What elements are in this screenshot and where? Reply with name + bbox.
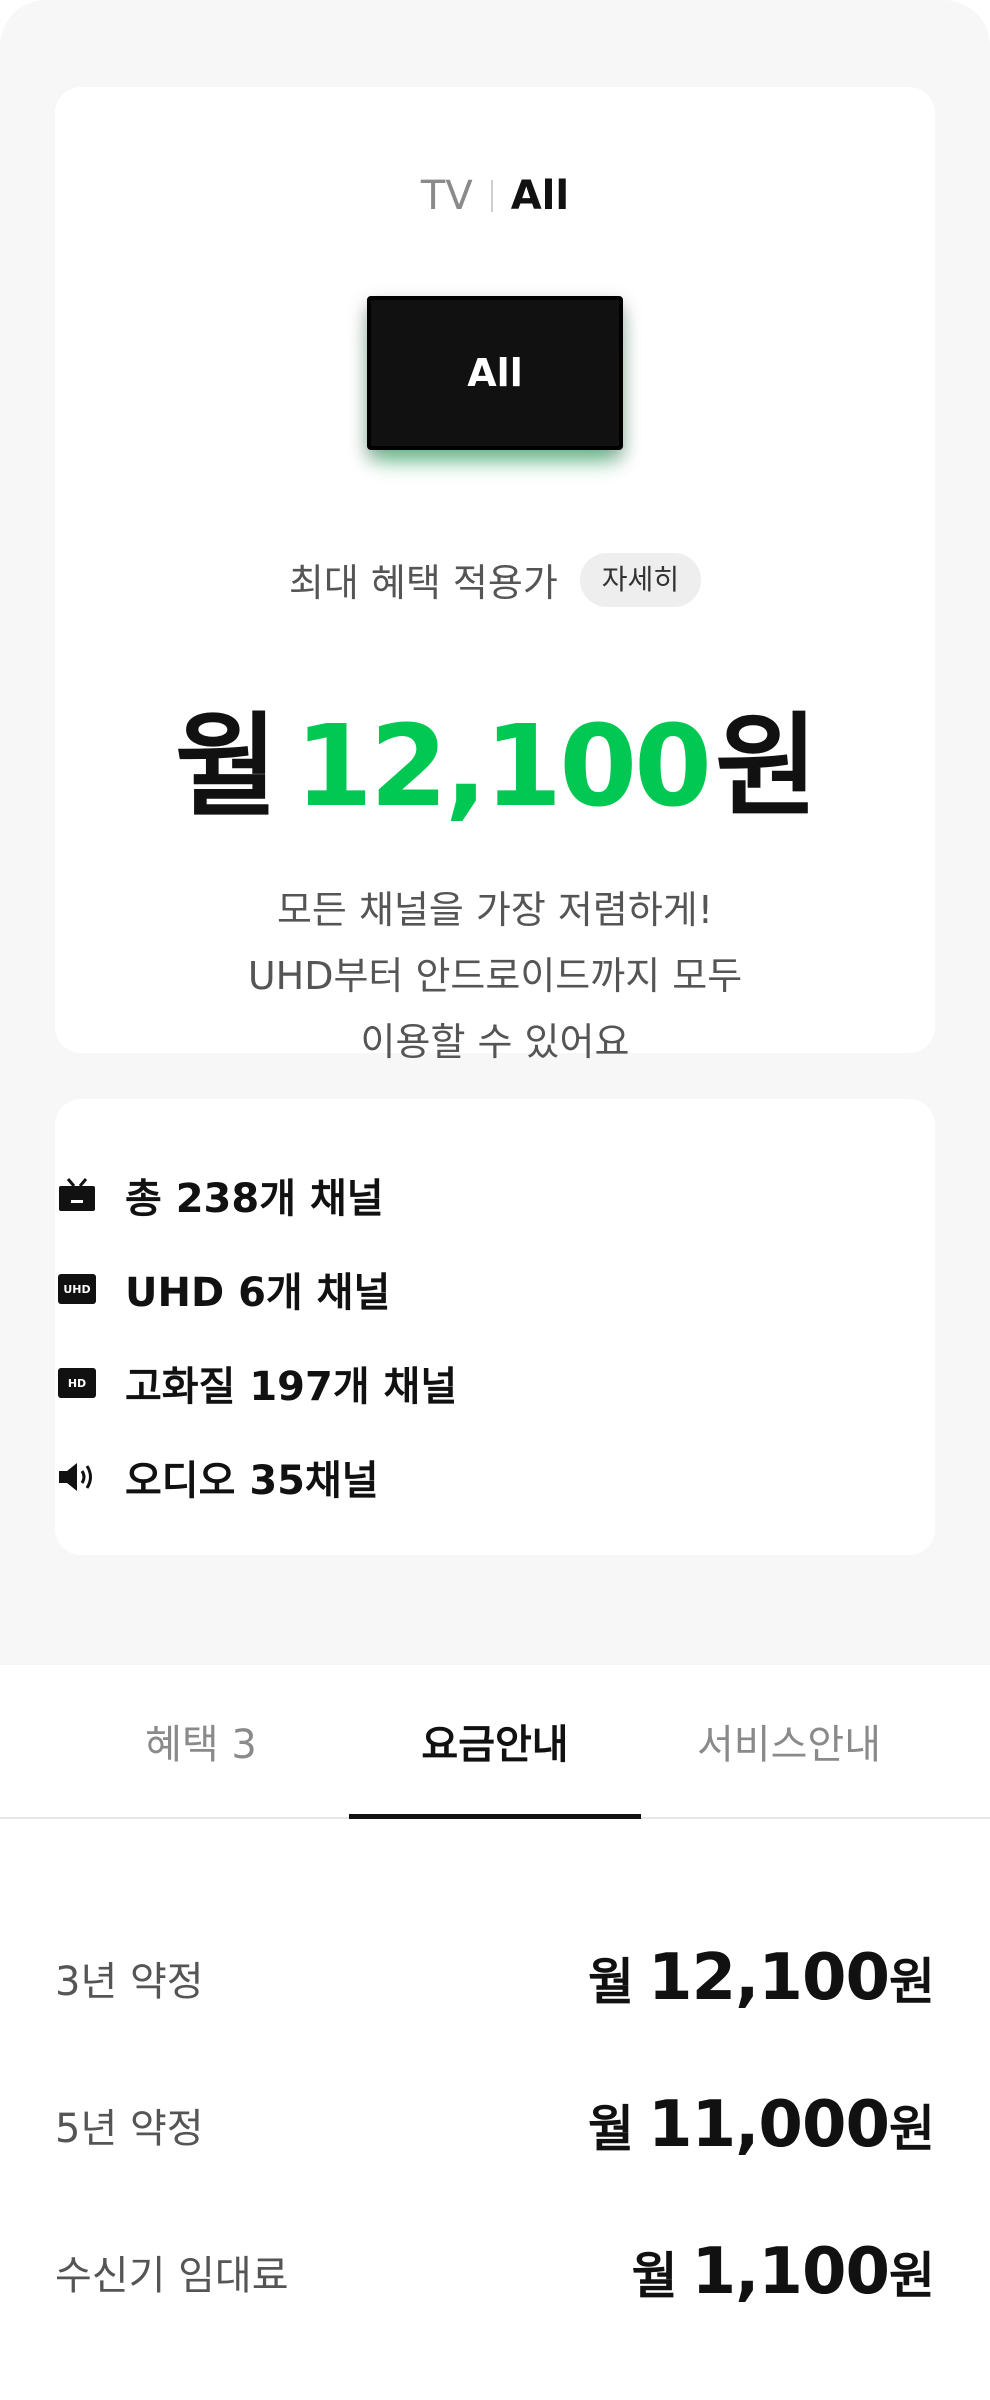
fee-price-value: 11,000 xyxy=(648,2088,890,2162)
tab-label: 혜택 3 xyxy=(145,1722,257,1768)
fee-label: 3년 약정 xyxy=(55,1959,204,2005)
feature-audio-channels: 오디오 35채널 xyxy=(57,1430,817,1524)
benefit-row: 최대 혜택 적용가 자세히 xyxy=(55,552,935,607)
fee-price-prefix: 월 xyxy=(588,2100,635,2158)
headline-price: 월 12,100원 xyxy=(55,702,935,832)
benefit-label: 최대 혜택 적용가 xyxy=(288,561,558,605)
tab-pricing[interactable]: 요금안내 xyxy=(349,1665,641,1819)
description-line-3: 이용할 수 있어요 xyxy=(360,1020,630,1064)
product-description: 모든 채널을 가장 저렴하게! UHD부터 안드로이드까지 모두 이용할 수 있… xyxy=(55,877,935,1075)
fee-price: 월 12,100원 xyxy=(588,1941,935,2015)
feature-label: UHD 6개 채널 xyxy=(125,1270,391,1316)
price-value: 12,100 xyxy=(294,702,712,832)
tab-label: 서비스안내 xyxy=(697,1722,881,1768)
breadcrumb-tv[interactable]: TV xyxy=(421,173,473,219)
breadcrumb-divider xyxy=(490,180,493,212)
tab-label: 요금안내 xyxy=(421,1722,569,1768)
hd-icon-text: HD xyxy=(58,1368,96,1398)
feature-label: 고화질 197개 채널 xyxy=(125,1364,458,1410)
breadcrumb: TV All xyxy=(55,171,935,221)
feature-total-channels: 총 238개 채널 xyxy=(57,1148,817,1242)
fee-row-5year: 5년 약정 월 11,000원 xyxy=(55,2075,935,2175)
uhd-icon-text: UHD xyxy=(58,1274,96,1304)
product-summary-card: TV All All 최대 혜택 적용가 자세히 월 12,100원 모든 채널을 … xyxy=(55,87,935,1064)
fee-label: 수신기 임대료 xyxy=(55,2253,289,2299)
fee-row-receiver-rental: 수신기 임대료 월 1,100원 xyxy=(55,2222,935,2322)
breadcrumb-product: All xyxy=(510,173,570,219)
feature-uhd-channels: UHD UHD 6개 채널 xyxy=(57,1242,817,1336)
tv-icon xyxy=(57,1178,97,1211)
hd-icon: HD xyxy=(57,1367,97,1399)
tab-benefits[interactable]: 혜택 3 xyxy=(55,1665,347,1817)
tab-service-info[interactable]: 서비스안내 xyxy=(643,1665,935,1817)
fee-price-value: 12,100 xyxy=(648,1941,890,2015)
tab-bar: 혜택 3 요금안내 서비스안내 xyxy=(0,1665,990,1819)
fee-label: 5년 약정 xyxy=(55,2106,204,2152)
fee-price-value: 1,100 xyxy=(691,2235,890,2309)
fee-price-suffix: 원 xyxy=(889,1953,935,2011)
active-tab-indicator xyxy=(349,1814,641,1819)
description-line-2: UHD부터 안드로이드까지 모두 xyxy=(247,954,743,998)
fee-price-prefix: 월 xyxy=(588,1953,635,2011)
top-section: TV All All 최대 혜택 적용가 자세히 월 12,100원 모든 채널을 … xyxy=(0,0,990,1665)
speaker-icon xyxy=(57,1461,97,1493)
price-suffix: 원 xyxy=(715,702,818,832)
feature-label: 총 238개 채널 xyxy=(125,1176,384,1222)
description-line-1: 모든 채널을 가장 저렴하게! xyxy=(276,888,714,932)
price-prefix: 월 xyxy=(174,702,278,832)
fee-price: 월 11,000원 xyxy=(588,2088,935,2162)
feature-label: 오디오 35채널 xyxy=(125,1458,379,1504)
fee-row-3year: 3년 약정 월 12,100원 xyxy=(55,1928,935,2028)
tv-illustration: All xyxy=(367,296,623,450)
tv-screen-label: All xyxy=(467,351,523,395)
fee-price-suffix: 원 xyxy=(889,2247,935,2305)
fee-price: 월 1,100원 xyxy=(632,2235,935,2309)
channel-feature-list: 총 238개 채널 UHD UHD 6개 채널 HD 고화질 197개 채널 오… xyxy=(57,1148,817,1524)
uhd-icon: UHD xyxy=(57,1273,97,1305)
fee-price-suffix: 원 xyxy=(889,2100,935,2158)
feature-hd-channels: HD 고화질 197개 채널 xyxy=(57,1336,817,1430)
fee-price-prefix: 월 xyxy=(631,2247,678,2305)
detail-button[interactable]: 자세히 xyxy=(579,552,702,607)
